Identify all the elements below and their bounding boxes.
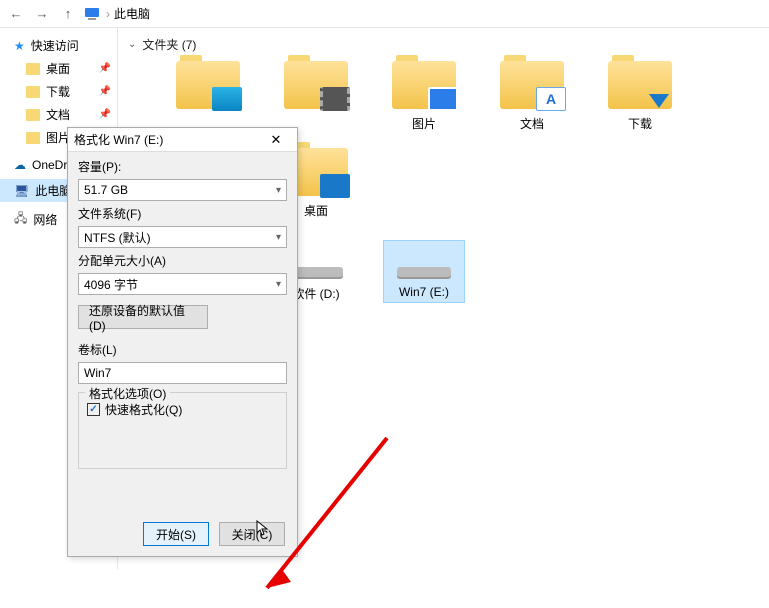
filesystem-combo[interactable]: NTFS (默认) ▾ <box>78 226 287 248</box>
star-icon: ★ <box>14 39 25 53</box>
allocation-value: 4096 字节 <box>84 276 138 293</box>
breadcrumb-this-pc[interactable]: 此电脑 <box>114 5 150 22</box>
start-button[interactable]: 开始(S) <box>143 522 209 546</box>
folder-icon <box>26 86 40 98</box>
item-label: 文档 <box>520 115 544 132</box>
checkbox-icon: ✓ <box>87 403 100 416</box>
capacity-combo[interactable]: 51.7 GB ▾ <box>78 179 287 201</box>
dialog-titlebar[interactable]: 格式化 Win7 (E:) ✕ <box>68 128 297 152</box>
folder-icon <box>26 109 40 121</box>
this-pc-icon <box>84 6 100 22</box>
quick-format-checkbox[interactable]: ✓ 快速格式化(Q) <box>87 401 278 418</box>
sidebar-item-desktop[interactable]: 桌面 📌 <box>0 57 117 80</box>
up-button[interactable]: ↑ <box>58 4 78 24</box>
close-button[interactable]: ✕ <box>261 132 291 148</box>
chevron-down-icon: ⌄ <box>128 39 136 50</box>
start-label: 开始(S) <box>156 526 196 543</box>
folder-icon <box>26 132 40 144</box>
address-bar[interactable]: ← → ↑ › 此电脑 <box>0 0 769 28</box>
filesystem-label: 文件系统(F) <box>78 205 287 222</box>
cloud-icon: ☁ <box>14 158 26 172</box>
back-button[interactable]: ← <box>6 4 26 24</box>
sidebar-label: 快速访问 <box>31 37 79 54</box>
pin-icon: 📌 <box>99 63 111 74</box>
cube-icon <box>212 87 242 111</box>
sidebar-item-documents[interactable]: 文档 📌 <box>0 103 117 126</box>
allocation-combo[interactable]: 4096 字节 ▾ <box>78 273 287 295</box>
format-options-group: 格式化选项(O) ✓ 快速格式化(Q) <box>78 392 287 469</box>
volume-label: 卷标(L) <box>78 341 287 358</box>
sidebar-quick-access[interactable]: ★ 快速访问 <box>0 34 117 57</box>
allocation-label: 分配单元大小(A) <box>78 252 287 269</box>
item-label: 图片 <box>412 115 436 132</box>
folder-downloads[interactable]: 下载 <box>600 61 680 132</box>
pc-icon: 🖥 <box>14 184 29 198</box>
cursor-icon <box>256 520 270 538</box>
chevron-down-icon: ▾ <box>276 232 281 243</box>
format-dialog: 格式化 Win7 (E:) ✕ 容量(P): 51.7 GB▾ 文件系统(F) … <box>67 127 298 557</box>
drive-e[interactable]: Win7 (E:) <box>384 241 464 302</box>
folder-documents[interactable]: A 文档 <box>492 61 572 132</box>
sidebar-label: 此电脑 <box>35 182 71 199</box>
volume-input[interactable]: Win7 <box>78 362 287 384</box>
item-label: 桌面 <box>304 202 328 219</box>
sidebar-label: 网络 <box>33 211 57 228</box>
sidebar-label: 文档 <box>46 106 70 123</box>
pin-icon: 📌 <box>99 109 111 120</box>
forward-button[interactable]: → <box>32 4 52 24</box>
filesystem-value: NTFS (默认) <box>84 229 151 246</box>
sidebar-label: 下载 <box>46 83 70 100</box>
folder-3d-objects[interactable] <box>168 61 248 132</box>
pin-icon: 📌 <box>99 86 111 97</box>
capacity-value: 51.7 GB <box>84 183 128 197</box>
chevron-down-icon: ▾ <box>276 185 281 196</box>
document-icon: A <box>536 87 566 111</box>
folders-header-label: 文件夹 (7) <box>142 36 196 53</box>
chevron-down-icon: ▾ <box>276 279 281 290</box>
item-label: Win7 (E:) <box>399 285 449 299</box>
sidebar-item-downloads[interactable]: 下载 📌 <box>0 80 117 103</box>
picture-icon <box>428 87 458 111</box>
dialog-title-text: 格式化 Win7 (E:) <box>74 131 163 148</box>
volume-value: Win7 <box>84 366 111 380</box>
chevron-right-icon: › <box>106 7 110 21</box>
folder-videos[interactable] <box>276 61 356 132</box>
folder-icon <box>26 63 40 75</box>
folder-pictures[interactable]: 图片 <box>384 61 464 132</box>
restore-defaults-button[interactable]: 还原设备的默认值(D) <box>78 305 208 329</box>
download-icon <box>644 87 674 111</box>
item-label: 下载 <box>628 115 652 132</box>
restore-label: 还原设备的默认值(D) <box>89 302 197 333</box>
item-label: 软件 (D:) <box>292 285 339 302</box>
sidebar-label: 桌面 <box>46 60 70 77</box>
quick-format-label: 快速格式化(Q) <box>105 401 182 418</box>
breadcrumb[interactable]: › 此电脑 <box>106 5 150 22</box>
close-dialog-button[interactable]: 关闭(C) <box>219 522 285 546</box>
network-icon: 🖧 <box>14 209 27 230</box>
desktop-icon <box>320 174 350 198</box>
options-label: 格式化选项(O) <box>85 385 170 402</box>
video-icon <box>320 87 350 111</box>
capacity-label: 容量(P): <box>78 158 287 175</box>
folders-header[interactable]: ⌄ 文件夹 (7) <box>128 32 759 61</box>
